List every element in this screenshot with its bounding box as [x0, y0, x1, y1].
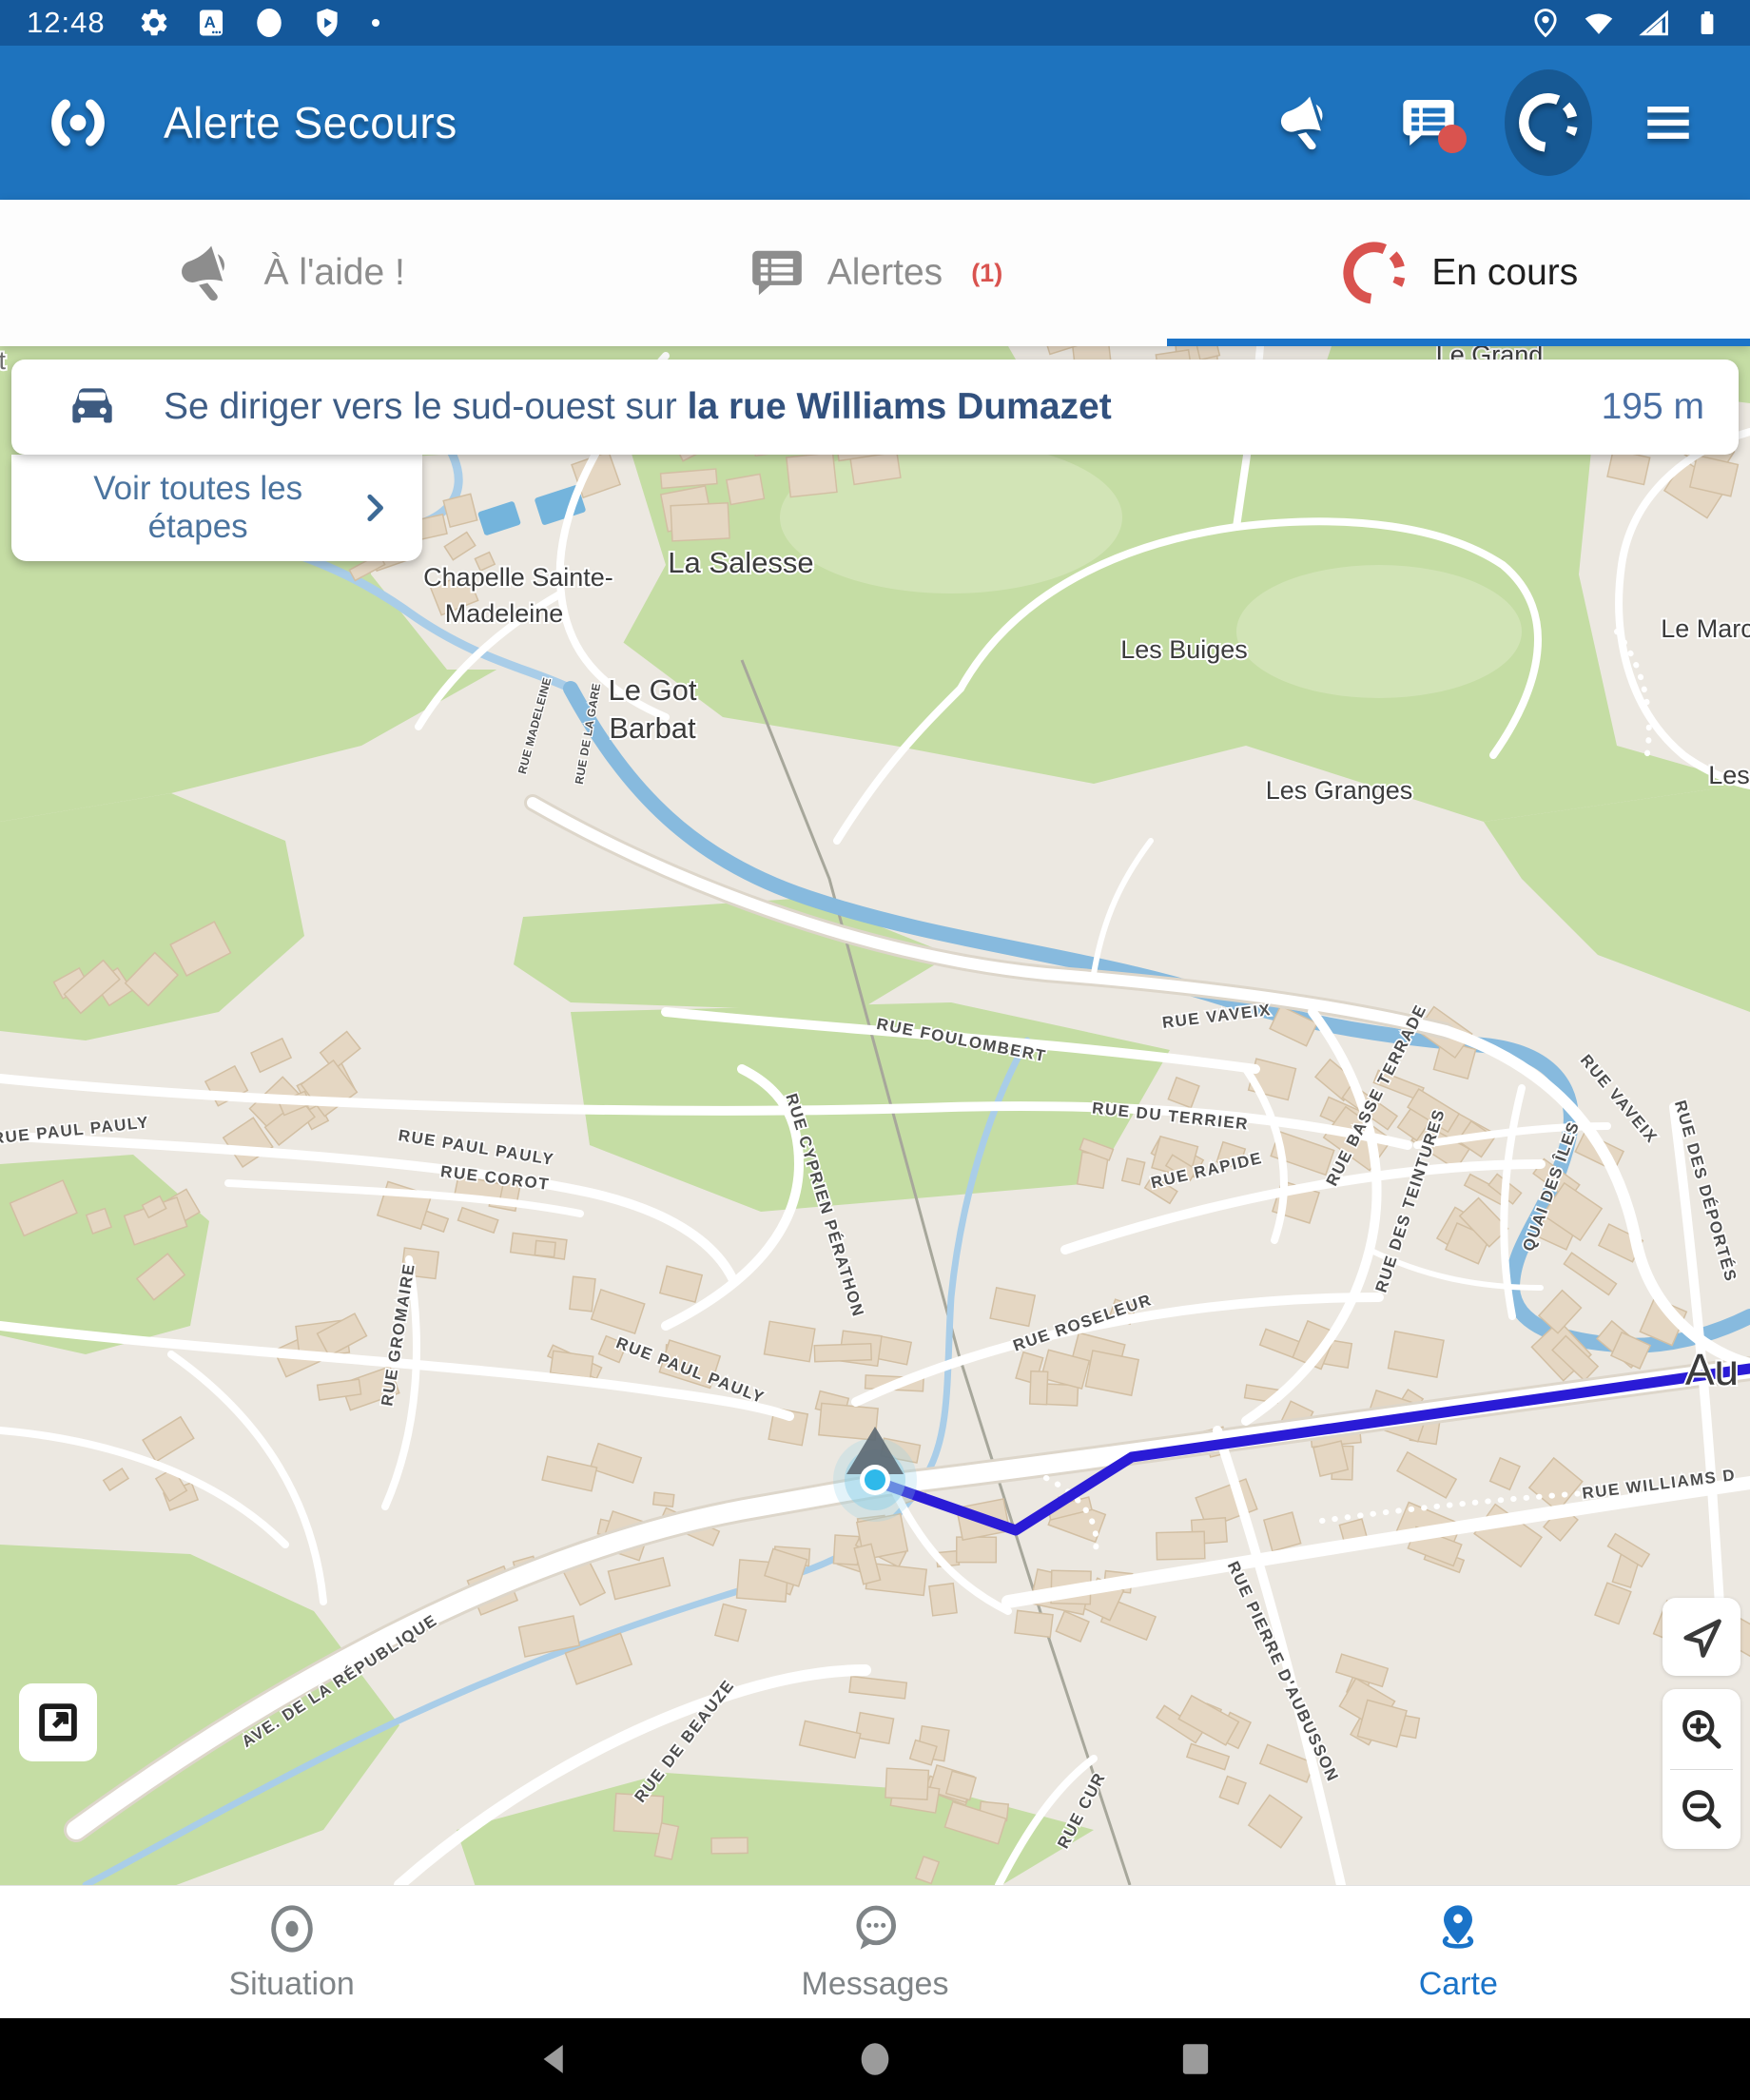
map-label-chapelle-2: Madeleine [445, 599, 564, 628]
tab-alerts-label: Alertes [827, 252, 943, 294]
tab-alerts-badge: (1) [971, 259, 1002, 288]
navigation-arrow-icon [1677, 1612, 1726, 1662]
instruction-prefix: Se diriger vers le sud-ouest sur [164, 386, 688, 427]
android-back-button[interactable] [535, 2039, 574, 2079]
bottom-nav-messages[interactable]: Messages [583, 1886, 1166, 2018]
map-label-les: Les [1708, 761, 1750, 789]
location-pin-icon [1529, 7, 1562, 39]
zoom-in-icon [1677, 1704, 1726, 1754]
map-label-chapelle-1: Chapelle Sainte- [423, 563, 613, 592]
car-icon [63, 378, 122, 437]
zoom-out-icon [1677, 1784, 1726, 1834]
gear-icon [138, 7, 170, 39]
messages-bubble-icon [847, 1901, 903, 1956]
map-canvas: vat Le Grand Chapelle Sainte- Madeleine … [0, 346, 1750, 1885]
map-label-aubusson: Au [1685, 1345, 1739, 1394]
status-left-icons: A [138, 6, 383, 40]
megaphone-button[interactable] [1265, 79, 1352, 166]
broadcast-logo-icon [38, 83, 118, 163]
battery-icon [1691, 7, 1723, 39]
home-circle-icon [855, 2039, 895, 2079]
megaphone-icon [178, 241, 243, 305]
map-label-la-salesse: La Salesse [668, 546, 813, 579]
map-label-le-marc: Le Marc [1661, 614, 1750, 643]
fullscreen-button[interactable] [19, 1683, 97, 1761]
ongoing-loader-button[interactable] [1505, 79, 1592, 166]
unread-badge [1438, 125, 1467, 153]
bottom-nav-situation[interactable]: Situation [0, 1886, 583, 2018]
svg-text:A: A [204, 13, 215, 31]
map-label-les-granges: Les Granges [1266, 776, 1413, 805]
menu-button[interactable] [1624, 79, 1712, 166]
situation-target-icon [264, 1901, 320, 1956]
dot-icon [368, 15, 383, 30]
android-recents-button[interactable] [1176, 2039, 1215, 2079]
map-label-le-got: Le Got [608, 673, 696, 707]
app-screen: 12:48 A [0, 0, 1750, 2100]
tab-alerts[interactable]: Alertes (1) [583, 200, 1166, 346]
zoom-controls [1662, 1689, 1740, 1849]
compass-locate-button[interactable] [1662, 1598, 1740, 1676]
street-label: RUE MADELEINE [515, 676, 554, 776]
loader-circle-bg [1505, 69, 1592, 176]
tab-current-label: En cours [1431, 252, 1578, 294]
android-nav-bar [0, 2018, 1750, 2100]
bottom-nav-situation-label: Situation [229, 1966, 355, 2003]
status-right-icons [1529, 5, 1723, 41]
instruction-distance: 195 m [1573, 386, 1704, 428]
map-label-les-buiges: Les Buiges [1120, 635, 1248, 664]
menu-icon [1641, 95, 1696, 150]
tab-current[interactable]: En cours [1167, 200, 1750, 346]
all-steps-button[interactable]: Voir toutes les étapes [11, 455, 422, 561]
all-steps-label: Voir toutes les étapes [40, 470, 356, 546]
circle-icon [252, 6, 286, 40]
bottom-nav-carte[interactable]: Carte [1167, 1886, 1750, 2018]
status-bar: 12:48 A [0, 0, 1750, 46]
open-external-icon [32, 1697, 84, 1748]
zoom-in-button[interactable] [1662, 1689, 1740, 1769]
wifi-icon [1581, 5, 1617, 41]
cell-signal-icon [1636, 5, 1672, 41]
instruction-road: la rue Williams Dumazet [688, 386, 1112, 427]
bottom-nav-messages-label: Messages [802, 1966, 949, 2003]
translate-a-icon: A [195, 7, 227, 39]
tab-bar: À l'aide ! Alertes (1) En cours [0, 200, 1750, 346]
zoom-out-button[interactable] [1662, 1770, 1740, 1850]
status-time: 12:48 [27, 6, 106, 40]
map-label-barbat: Barbat [609, 711, 696, 745]
street-label: RUE VAVEIX [1161, 1001, 1273, 1032]
user-location-marker [833, 1427, 917, 1522]
tab-help-label: À l'aide ! [263, 252, 404, 294]
chat-list-icon [748, 243, 807, 302]
android-home-button[interactable] [855, 2039, 895, 2079]
loader-icon [1338, 237, 1410, 309]
bottom-nav-carte-label: Carte [1419, 1966, 1498, 2003]
navigation-instruction-card[interactable]: Se diriger vers le sud-ouest sur la rue … [11, 360, 1739, 455]
messages-button[interactable] [1385, 79, 1472, 166]
instruction-text: Se diriger vers le sud-ouest sur la rue … [164, 386, 1112, 428]
megaphone-icon [1277, 91, 1340, 154]
map[interactable]: vat Le Grand Chapelle Sainte- Madeleine … [0, 346, 1750, 1885]
app-bar: Alerte Secours [0, 46, 1750, 200]
loader-icon [1514, 88, 1583, 157]
tab-help[interactable]: À l'aide ! [0, 200, 583, 346]
map-label-vat: vat [0, 346, 7, 375]
shield-play-icon [311, 7, 343, 39]
street-label: RUE CUR [1054, 1769, 1109, 1852]
map-pin-icon [1430, 1901, 1486, 1956]
recents-square-icon [1176, 2039, 1215, 2079]
chevron-right-icon [356, 489, 394, 527]
back-triangle-icon [535, 2039, 574, 2079]
active-tab-underline [1167, 339, 1750, 346]
bottom-nav: Situation Messages Carte [0, 1885, 1750, 2018]
page-title: Alerte Secours [164, 97, 457, 148]
